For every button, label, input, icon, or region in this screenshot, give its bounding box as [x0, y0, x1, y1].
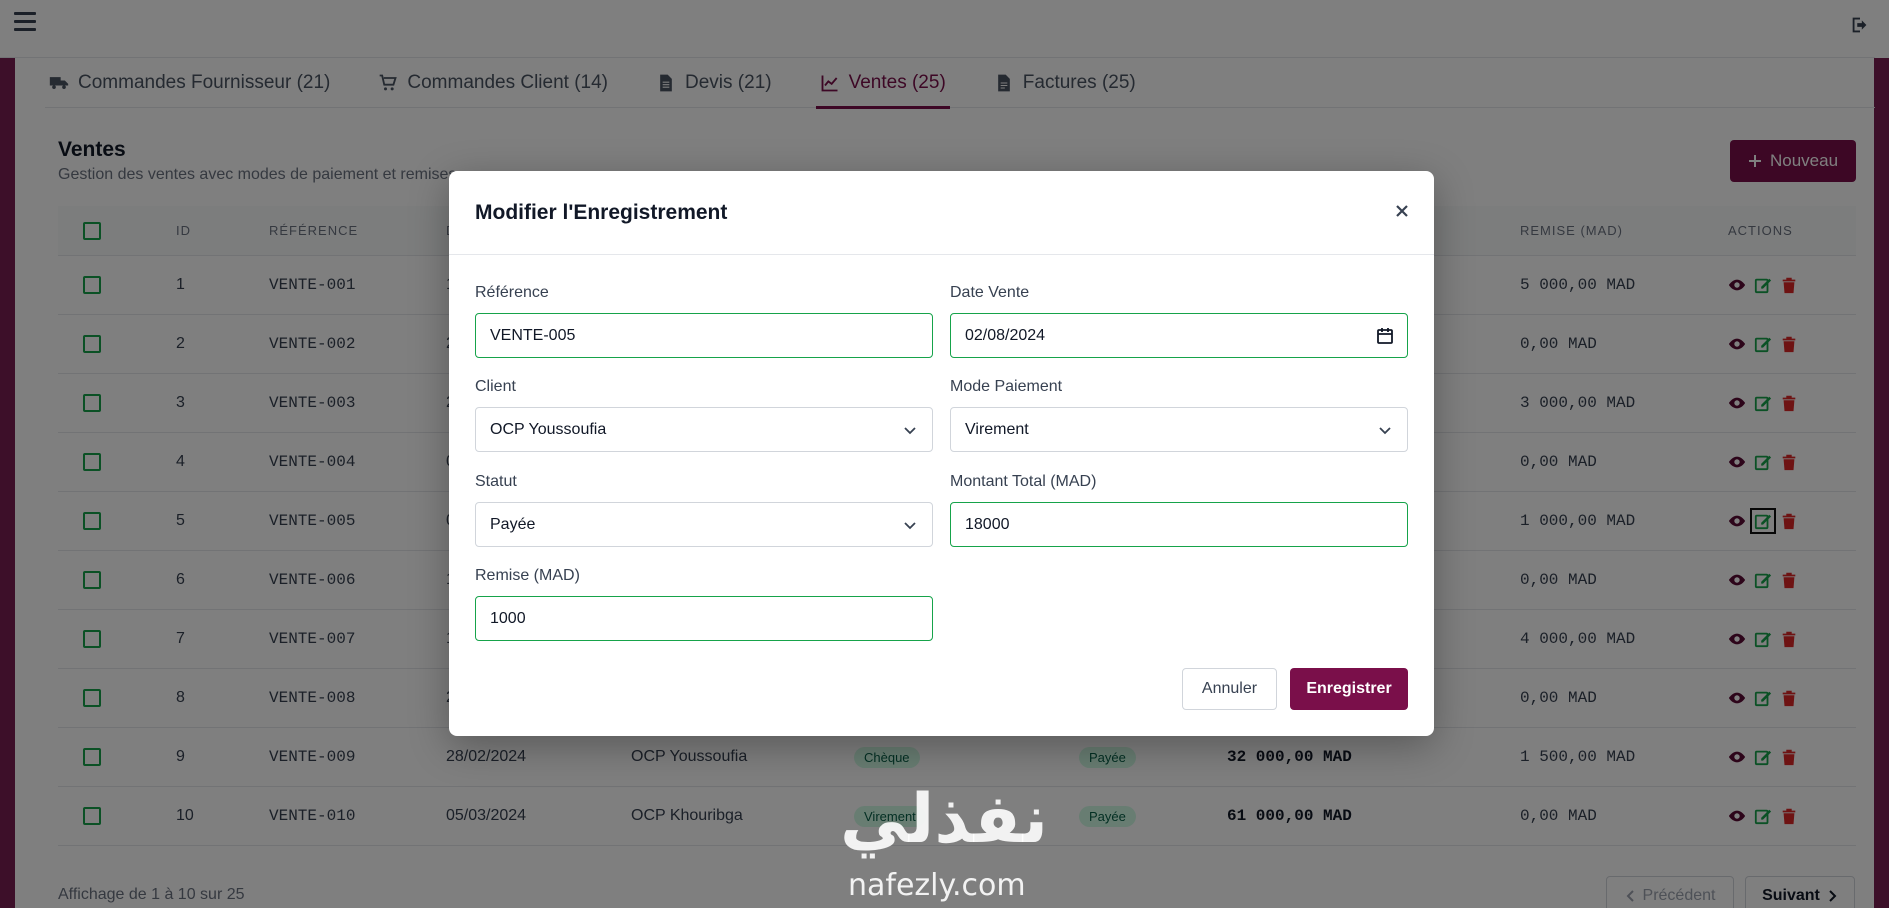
date-value: 02/08/2024 — [965, 326, 1046, 344]
date-field-group: Date Vente 02/08/2024 — [950, 284, 1408, 358]
client-field-group: Client OCP Youssoufia — [475, 378, 933, 452]
date-label: Date Vente — [950, 284, 1030, 301]
remise-label: Remise (MAD) — [475, 567, 580, 584]
reference-input[interactable]: VENTE-005 — [475, 313, 933, 358]
mode-value: Virement — [965, 420, 1029, 438]
montant-total-input[interactable]: 18000 — [950, 502, 1408, 547]
edit-modal: Modifier l'Enregistrement Référence VENT… — [449, 171, 1434, 736]
statut-label: Statut — [475, 473, 517, 490]
watermark-latin: nafezly.com — [848, 868, 1026, 903]
save-button[interactable]: Enregistrer — [1290, 668, 1408, 710]
client-value: OCP Youssoufia — [490, 420, 607, 438]
reference-value: VENTE-005 — [490, 326, 576, 344]
montant-label: Montant Total (MAD) — [950, 473, 1097, 490]
chevron-down-icon — [904, 522, 916, 530]
chevron-down-icon — [1379, 427, 1391, 435]
statut-field-group: Statut Payée — [475, 473, 933, 547]
watermark-logo: نفذلي nafezly.com — [840, 780, 1060, 908]
statut-select[interactable]: Payée — [475, 502, 933, 547]
mode-field-group: Mode Paiement Virement — [950, 378, 1408, 452]
cancel-button[interactable]: Annuler — [1182, 668, 1277, 710]
chevron-down-icon — [904, 427, 916, 435]
montant-value: 18000 — [965, 515, 1010, 533]
remise-value: 1000 — [490, 609, 526, 627]
client-select[interactable]: OCP Youssoufia — [475, 407, 933, 452]
mode-label: Mode Paiement — [950, 378, 1063, 395]
calendar-icon[interactable] — [1375, 326, 1395, 346]
modal-header: Modifier l'Enregistrement — [449, 171, 1434, 255]
reference-field-group: Référence VENTE-005 — [475, 284, 933, 358]
statut-value: Payée — [490, 515, 536, 533]
montant-field-group: Montant Total (MAD) 18000 — [950, 473, 1408, 547]
watermark-arabic: نفذلي — [840, 780, 1049, 859]
close-icon[interactable] — [1392, 201, 1412, 221]
mode-paiement-select[interactable]: Virement — [950, 407, 1408, 452]
modal-title: Modifier l'Enregistrement — [475, 201, 728, 224]
date-input[interactable]: 02/08/2024 — [950, 313, 1408, 358]
remise-field-group: Remise (MAD) 1000 — [475, 567, 933, 641]
remise-input[interactable]: 1000 — [475, 596, 933, 641]
client-label: Client — [475, 378, 516, 395]
reference-label: Référence — [475, 284, 549, 301]
